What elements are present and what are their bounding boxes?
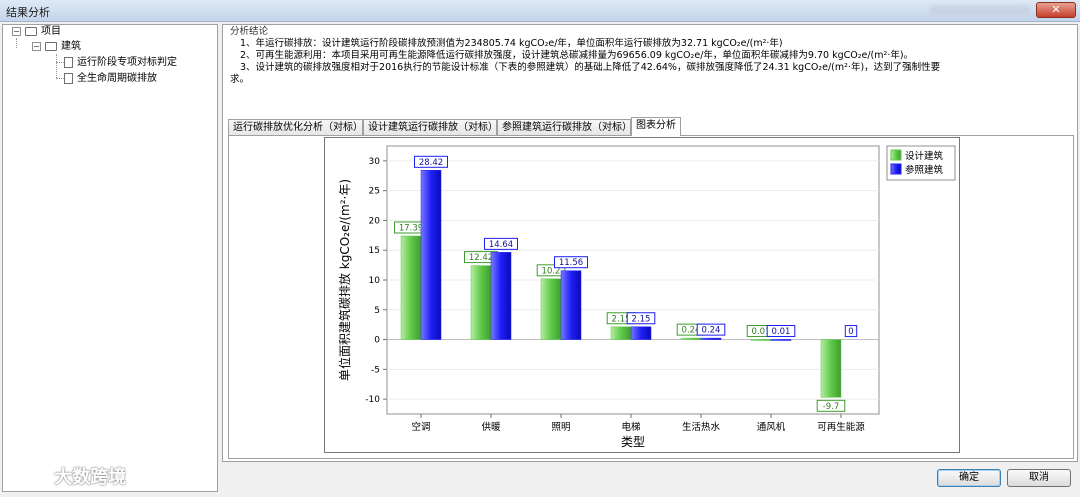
cancel-button[interactable]: 取消	[1007, 469, 1071, 487]
bar-reference	[490, 252, 512, 340]
ok-button[interactable]: 确定	[937, 469, 1001, 487]
x-tick-label: 电梯	[621, 421, 641, 433]
data-label: -9.7	[823, 402, 840, 412]
folder-icon	[25, 26, 37, 36]
tree-item-lifecycle-carbon[interactable]: 全生命周期碳排放	[64, 72, 157, 86]
bar-reference	[630, 326, 652, 340]
titlebar-blurred-region	[930, 6, 1030, 16]
bar-design	[820, 339, 842, 398]
window-titlebar: 结果分析 ✕	[0, 0, 1080, 22]
bar-reference	[700, 337, 722, 340]
bar-reference	[560, 270, 582, 340]
y-tick-label: 5	[374, 306, 380, 316]
x-tick-label: 供暖	[481, 421, 501, 433]
chart-frame: 30 25 20 15 10 5 0 -5 -10 17.39 28.42 空调 12.42 14.64 供…	[324, 137, 960, 453]
watermark: 大数跨境	[8, 463, 126, 491]
tree-connector	[16, 38, 17, 48]
y-tick-label: 10	[369, 276, 381, 286]
tree-item-operation-benchmark[interactable]: 运行阶段专项对标判定	[64, 56, 177, 70]
collapse-icon[interactable]: −	[32, 41, 41, 51]
y-tick-label: -10	[365, 395, 380, 405]
data-label: 11.56	[559, 258, 583, 268]
analysis-summary: 分析结论 1、年运行碳排放：设计建筑运行阶段碳排放预测值为234805.74 k…	[230, 26, 1070, 86]
watermark-logo-icon	[10, 471, 45, 486]
window-title: 结果分析	[6, 6, 50, 19]
legend-swatch	[890, 163, 902, 175]
tree-item-building[interactable]: − 建筑	[32, 40, 81, 54]
bar-design	[610, 326, 632, 340]
data-label: 28.42	[419, 158, 443, 168]
bar-design	[750, 339, 772, 341]
tree-item-label: 全生命周期碳排放	[77, 73, 157, 84]
legend-swatch	[890, 149, 902, 161]
x-tick-label: 照明	[551, 422, 570, 433]
tree-item-project[interactable]: − 项目	[12, 25, 61, 39]
data-label: 2.15	[632, 314, 651, 324]
tab-chart-analysis[interactable]: 图表分析	[631, 117, 681, 136]
bar-design	[540, 278, 562, 340]
bar-chart: 30 25 20 15 10 5 0 -5 -10 17.39 28.42 空调 12.42 14.64 供…	[337, 145, 956, 449]
bar-design	[470, 265, 492, 340]
tree-connector	[56, 62, 64, 63]
legend-label: 参照建筑	[905, 164, 944, 176]
document-icon	[64, 72, 73, 84]
tree-item-label: 建筑	[61, 41, 81, 52]
bar-design	[400, 235, 422, 340]
data-label: 17.39	[399, 223, 423, 233]
watermark-text: 大数跨境	[54, 467, 127, 488]
summary-line: 求。	[230, 74, 250, 85]
summary-line: 3、设计建筑的碳排放强度相对于2016执行的节能设计标准（下表的参照建筑）的基础…	[240, 62, 941, 73]
y-tick-label: -5	[371, 365, 380, 375]
data-label: 0.24	[702, 326, 721, 336]
y-tick-label: 20	[369, 216, 381, 226]
y-tick-label: 25	[369, 187, 380, 197]
y-tick-label: 30	[369, 157, 381, 167]
x-axis-label: 类型	[621, 435, 645, 449]
summary-line: 2、可再生能源利用：本项目采用可再生能源降低运行碳排放强度，设计建筑总碳减排量为…	[240, 50, 914, 61]
tab-reference-building[interactable]: 参照建筑运行碳排放（对标）	[497, 119, 632, 135]
x-tick-label: 通风机	[757, 421, 786, 433]
bar-reference	[770, 339, 792, 341]
data-label: 12.42	[469, 253, 493, 263]
tab-design-building[interactable]: 设计建筑运行碳排放（对标）	[363, 119, 498, 135]
y-axis-label: 单位面积建筑碳排放 kgCO₂e/(m²·年)	[337, 179, 352, 381]
data-label: 0	[848, 327, 853, 337]
tree-item-label: 运行阶段专项对标判定	[77, 57, 177, 68]
document-icon	[64, 56, 73, 68]
close-button[interactable]: ✕	[1036, 2, 1076, 18]
bar-reference	[420, 170, 442, 340]
tree-connector	[56, 78, 64, 79]
y-tick-label: 0	[374, 336, 380, 346]
folder-icon	[45, 41, 57, 51]
data-label: 0.01	[772, 327, 791, 337]
legend-label: 设计建筑	[905, 150, 944, 162]
tree-item-label: 项目	[41, 26, 61, 37]
tab-operation-optimization[interactable]: 运行碳排放优化分析（对标）	[228, 119, 363, 135]
summary-line: 1、年运行碳排放：设计建筑运行阶段碳排放预测值为234805.74 kgCO₂e…	[240, 38, 783, 49]
summary-heading: 分析结论	[230, 26, 269, 37]
bar-design	[680, 337, 702, 340]
collapse-icon[interactable]: −	[12, 26, 21, 36]
x-tick-label: 可再生能源	[817, 421, 865, 433]
x-tick-label: 生活热水	[682, 421, 721, 433]
data-label: 14.64	[489, 240, 513, 250]
tree-connector	[56, 54, 57, 78]
y-tick-label: 15	[369, 246, 380, 256]
project-tree	[2, 24, 218, 492]
x-tick-label: 空调	[411, 421, 430, 433]
